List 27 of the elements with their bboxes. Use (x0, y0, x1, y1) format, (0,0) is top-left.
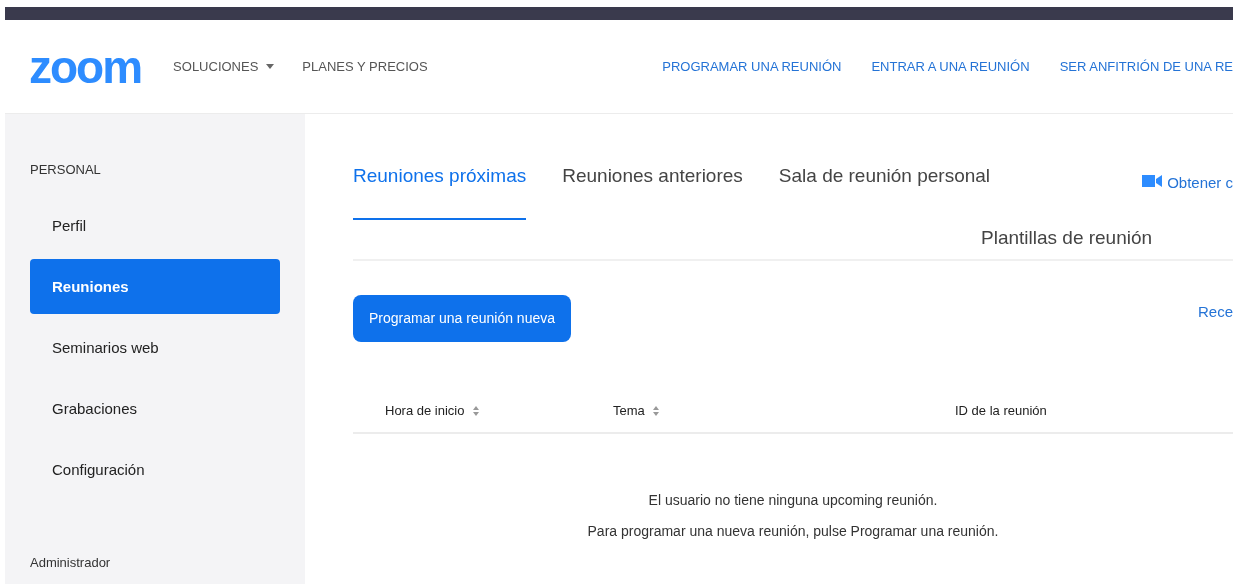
nav-dropdown[interactable]: SOLUCIONES (173, 56, 275, 77)
sidebar-section-title: PERSONAL (30, 161, 101, 179)
get-link[interactable]: Obtener c (1167, 172, 1233, 195)
sort-icon[interactable] (652, 406, 659, 416)
sort-icon[interactable] (472, 406, 479, 416)
column-header[interactable]: ID de la reunión (955, 401, 1047, 421)
tab[interactable]: Reuniones próximas (353, 158, 527, 220)
video-camera-icon (1142, 174, 1163, 188)
tab[interactable]: Sala de reunión personal (778, 158, 991, 220)
tab[interactable]: Plantillas de reunión (981, 220, 1153, 282)
sidebar-item[interactable]: Grabaciones (30, 380, 280, 436)
nav-link[interactable]: PLANES Y PRECIOS (302, 56, 428, 77)
nav-link[interactable]: PROGRAMAR UNA REUNIÓN (662, 56, 842, 77)
tab[interactable]: Reuniones anteriores (562, 158, 743, 220)
sidebar-item[interactable]: Perfil (30, 197, 280, 253)
sidebar-item[interactable]: Seminarios web (30, 319, 280, 375)
column-header[interactable]: Hora de inicio (385, 401, 465, 421)
nav-link[interactable]: SER ANFITRIÓN DE UNA RE (1059, 56, 1233, 77)
column-header[interactable]: Tema (613, 401, 645, 421)
empty-state-message: El usuario no tiene ninguna upcoming reunión. (648, 491, 938, 510)
empty-state-message: Para programar una nueva reunión, pulse Programar una reunión. (587, 522, 999, 541)
sidebar-item[interactable]: Reuniones (30, 258, 280, 314)
sidebar-section-title: Administrador (30, 553, 111, 572)
nav-link[interactable]: ENTRAR A UNA REUNIÓN (871, 56, 1030, 77)
recent-link[interactable]: Rece (1197, 301, 1233, 324)
sidebar-item[interactable]: Configuración (30, 441, 280, 497)
schedule-meeting-button[interactable]: Programar una reunión nueva (353, 295, 571, 342)
